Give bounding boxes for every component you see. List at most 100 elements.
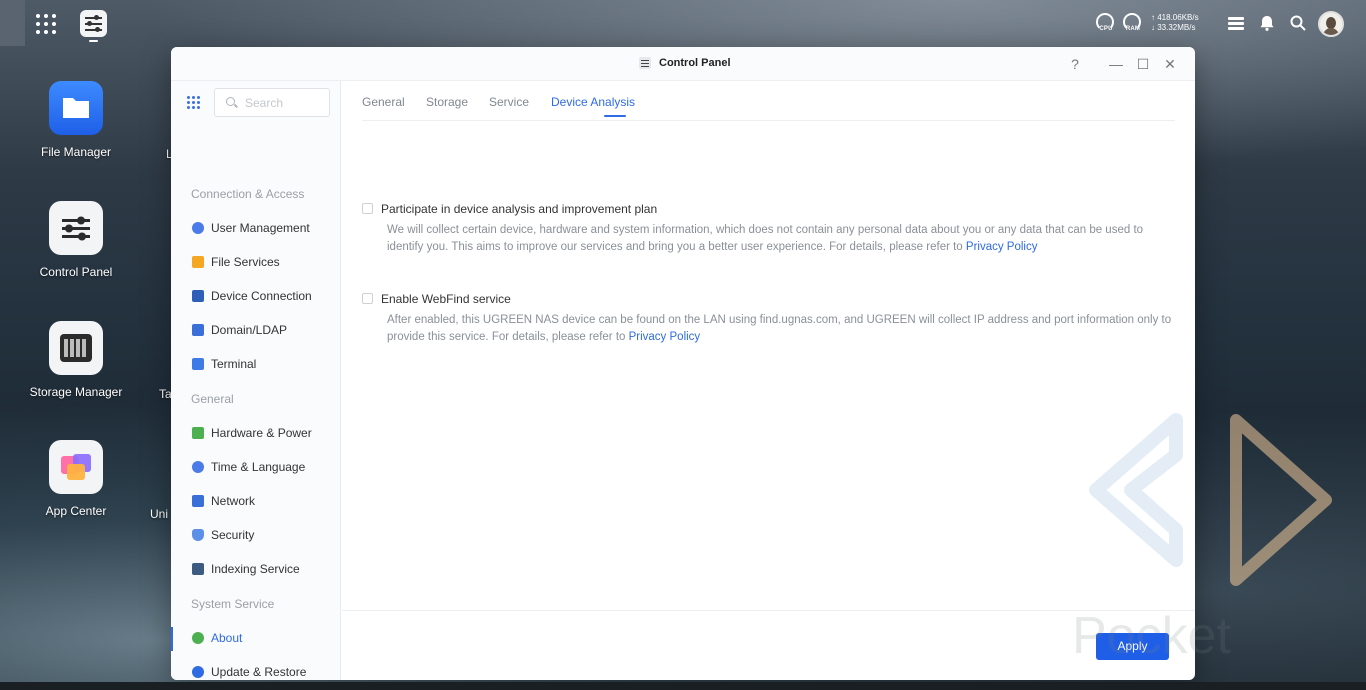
hardware-icon (192, 427, 204, 439)
tab-storage[interactable]: Storage (426, 95, 468, 109)
app-launcher-icon[interactable] (36, 14, 56, 34)
sidebar-item-label: User Management (211, 221, 310, 235)
option-description-text: After enabled, this UGREEN NAS device ca… (387, 314, 1172, 343)
sidebar-item-label: About (211, 631, 243, 645)
sidebar-item-label: Network (211, 494, 256, 508)
sidebar-item-file-services[interactable]: File Services (171, 249, 340, 275)
sidebar-item-label: Security (211, 528, 255, 542)
option-description: After enabled, this UGREEN NAS device ca… (387, 312, 1182, 346)
sidebar-search[interactable] (214, 88, 330, 117)
update-icon (192, 666, 204, 678)
window-footer: Apply (342, 610, 1195, 680)
sidebar-item-network[interactable]: Network (171, 488, 340, 514)
sidebar-item-indexing-service[interactable]: Indexing Service (171, 556, 340, 582)
search-icon (226, 97, 235, 106)
privacy-policy-link[interactable]: Privacy Policy (629, 331, 701, 343)
grid-menu-icon[interactable] (187, 96, 201, 110)
window-title: Control Panel (659, 57, 731, 69)
privacy-policy-link[interactable]: Privacy Policy (966, 241, 1038, 253)
shield-icon (192, 529, 204, 541)
sidebar-item-time-language[interactable]: Time & Language (171, 454, 340, 480)
main-content: General Storage Service Device Analysis … (342, 81, 1195, 680)
minimize-button[interactable]: — (1108, 56, 1124, 72)
sliders-icon (49, 201, 103, 255)
section-connection-access: Connection & Access (191, 187, 305, 201)
sidebar-item-label: Domain/LDAP (211, 323, 288, 337)
sidebar: Connection & Access User Management File… (171, 81, 341, 680)
clock-icon (192, 461, 204, 473)
device-analysis-checkbox[interactable] (362, 203, 373, 214)
network-speed[interactable]: ↑ 418.06KB/s ↓ 33.32MB/s (1151, 13, 1221, 33)
taskbar-active-indicator (89, 40, 98, 42)
ram-gauge-icon[interactable]: RAM (1122, 12, 1144, 34)
window-titlebar[interactable]: Control Panel ? — ☐ ✕ (171, 47, 1195, 81)
sidebar-item-label: Hardware & Power (211, 426, 312, 440)
taskbar: CPU RAM ↑ 418.06KB/s ↓ 33.32MB/s (0, 0, 1366, 46)
terminal-icon (192, 358, 204, 370)
desktop-icon-control-panel[interactable]: Control Panel (26, 201, 126, 279)
sidebar-item-label: Terminal (211, 357, 257, 371)
option-title: Participate in device analysis and impro… (381, 202, 658, 216)
desktop-icon-storage-manager[interactable]: Storage Manager (26, 321, 126, 399)
desktop-peek-label: Ta (159, 387, 172, 401)
webfind-checkbox[interactable] (362, 293, 373, 304)
folder-icon (192, 256, 204, 268)
sidebar-item-security[interactable]: Security (171, 522, 340, 548)
storage-icon (49, 321, 103, 375)
cpu-gauge-icon[interactable]: CPU (1095, 12, 1117, 34)
sidebar-item-about[interactable]: About (171, 625, 340, 651)
maximize-button[interactable]: ☐ (1135, 56, 1151, 72)
sidebar-item-label: Time & Language (211, 460, 306, 474)
watermark-logo-icon (1089, 413, 1332, 586)
close-button[interactable]: ✕ (1162, 56, 1178, 72)
app-center-icon (49, 440, 103, 494)
taskbar-control-panel-icon[interactable] (80, 10, 107, 37)
bell-icon[interactable] (1258, 14, 1276, 32)
search-input[interactable] (245, 95, 325, 111)
tab-service[interactable]: Service (489, 95, 529, 109)
sidebar-item-label: Indexing Service (211, 562, 300, 576)
desktop-icon-label: File Manager (40, 145, 112, 159)
task-list-icon[interactable] (1227, 14, 1245, 32)
sidebar-item-terminal[interactable]: Terminal (171, 351, 340, 377)
sidebar-item-label: Device Connection (211, 289, 312, 303)
active-tab-indicator (604, 115, 626, 117)
help-button[interactable]: ? (1067, 56, 1083, 72)
network-icon (192, 495, 204, 507)
sidebar-item-domain-ldap[interactable]: Domain/LDAP (171, 317, 340, 343)
download-speed: ↓ 33.32MB/s (1151, 23, 1196, 32)
desktop-icon-label: Control Panel (39, 265, 113, 279)
info-icon (192, 632, 204, 644)
watermark-text: Pocket (1072, 607, 1231, 665)
sidebar-item-label: Update & Restore (211, 665, 307, 679)
tab-general[interactable]: General (362, 95, 405, 109)
option-description: We will collect certain device, hardware… (387, 222, 1182, 256)
upload-speed: ↑ 418.06KB/s (1151, 13, 1199, 22)
desktop-peek-label: Uni (150, 507, 169, 521)
desktop-icon-label: App Center (45, 504, 107, 518)
user-avatar[interactable] (1318, 11, 1344, 37)
sidebar-item-update-restore[interactable]: Update & Restore (171, 659, 340, 680)
desktop-icon-label: Storage Manager (29, 385, 123, 399)
sidebar-item-user-management[interactable]: User Management (171, 215, 340, 241)
bottom-strip (0, 682, 1366, 690)
search-icon[interactable] (1289, 14, 1307, 32)
section-general: General (191, 392, 234, 406)
sidebar-item-device-connection[interactable]: Device Connection (171, 283, 340, 309)
sidebar-item-hardware-power[interactable]: Hardware & Power (171, 420, 340, 446)
user-icon (192, 222, 204, 234)
section-system-service: System Service (191, 597, 275, 611)
device-icon (192, 290, 204, 302)
control-panel-window: Control Panel ? — ☐ ✕ Connection & Acces… (171, 47, 1195, 680)
folder-icon (49, 81, 103, 135)
indexing-icon (192, 563, 204, 575)
control-panel-icon (639, 57, 651, 69)
desktop-icon-app-center[interactable]: App Center (26, 440, 126, 518)
option-title: Enable WebFind service (381, 292, 511, 306)
desktop-icon-file-manager[interactable]: File Manager (26, 81, 126, 159)
taskbar-left-strip (0, 0, 25, 46)
tab-bar: General Storage Service Device Analysis (362, 81, 1175, 121)
sidebar-item-label: File Services (211, 255, 280, 269)
domain-icon (192, 324, 204, 336)
tab-device-analysis[interactable]: Device Analysis (551, 95, 635, 109)
